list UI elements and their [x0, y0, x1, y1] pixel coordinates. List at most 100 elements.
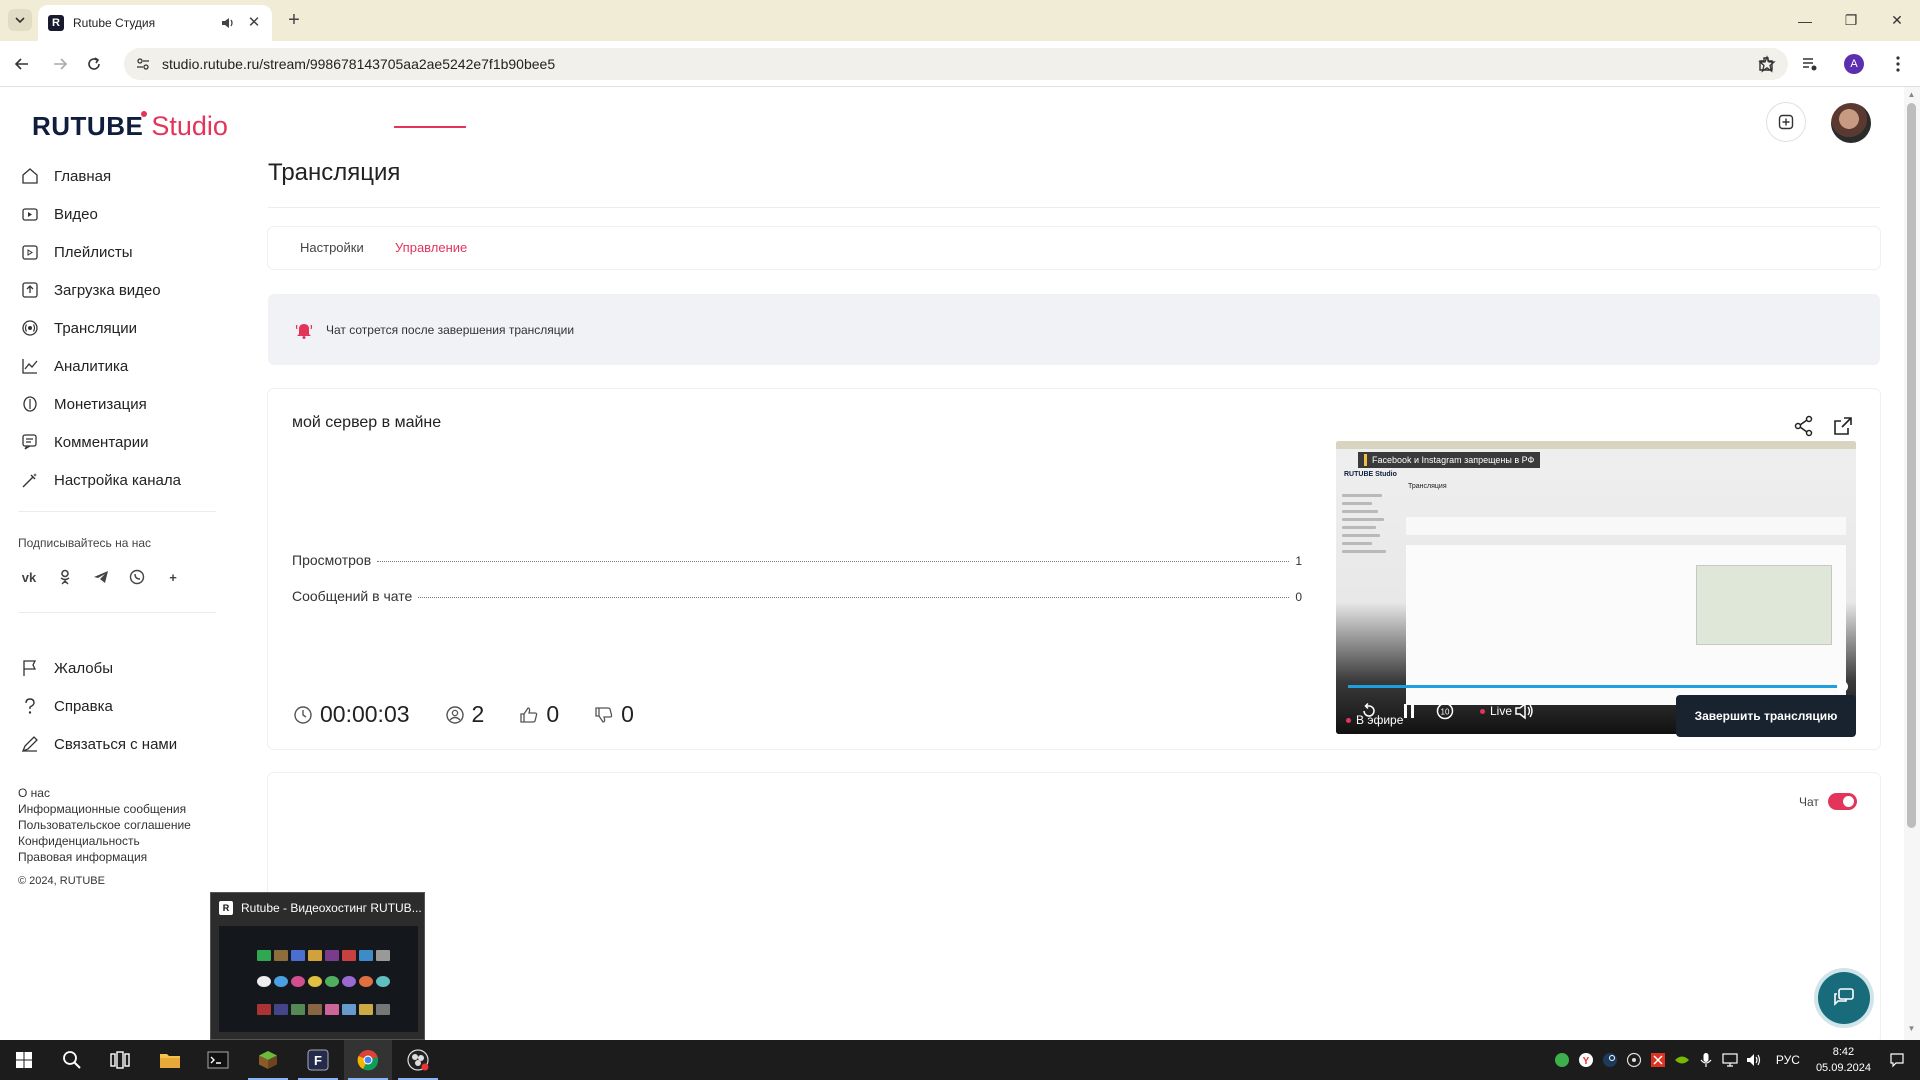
profile-avatar-icon[interactable]: A — [1840, 50, 1868, 78]
arrow-right-icon — [54, 58, 68, 70]
taskbar-window-preview[interactable]: R Rutube - Видеохостинг RUTUB... — [210, 892, 425, 1040]
scroll-down-icon[interactable]: ▼ — [1907, 1024, 1916, 1033]
footer-link-legal[interactable]: Правовая информация — [18, 849, 220, 865]
address-bar[interactable]: studio.rutube.ru/stream/998678143705aa2a… — [124, 48, 1788, 80]
mini-logo: RUTUBE Studio — [1344, 471, 1397, 478]
system-tray: Y РУС 8:42 05.09.2024 — [1550, 1040, 1920, 1080]
restore-button[interactable]: ❐ — [1828, 0, 1874, 41]
taskbar-chrome[interactable] — [344, 1040, 392, 1080]
vk-icon[interactable]: vk — [18, 566, 40, 588]
upload-icon — [20, 280, 40, 300]
footer-link-privacy[interactable]: Конфиденциальность — [18, 833, 220, 849]
browser-menu-icon[interactable] — [1884, 50, 1912, 78]
sidebar-item-monetization[interactable]: Монетизация — [0, 385, 220, 423]
scrollbar-thumb[interactable] — [1907, 103, 1916, 828]
browser-tab[interactable]: R Rutube Студия ✕ — [38, 5, 272, 41]
sidebar-item-video[interactable]: Видео — [0, 195, 220, 233]
stream-title: мой сервер в майне — [292, 414, 442, 431]
likes-counter: 0 — [518, 701, 559, 728]
telegram-icon[interactable] — [90, 566, 112, 588]
home-icon — [20, 166, 40, 186]
broadcast-icon — [20, 318, 40, 338]
tab-settings[interactable]: Настройки — [300, 240, 364, 255]
taskbar-app-f[interactable]: F — [294, 1040, 342, 1080]
notifications-icon[interactable] — [1888, 1051, 1906, 1069]
sidebar-item-broadcasts[interactable]: Трансляции — [0, 309, 220, 347]
sidebar-item-comments[interactable]: Комментарии — [0, 423, 220, 461]
sidebar-item-complaints[interactable]: Жалобы — [0, 649, 220, 687]
url-text[interactable]: studio.rutube.ru/stream/998678143705aa2a… — [162, 56, 1758, 72]
ban-notice-banner: Facebook и Instagram запрещены в РФ — [1358, 452, 1541, 468]
audio-playing-icon[interactable] — [220, 15, 236, 31]
tray-yandex-icon[interactable]: Y — [1577, 1051, 1595, 1069]
scroll-up-icon[interactable]: ▲ — [1907, 90, 1916, 99]
tray-app-red-icon[interactable] — [1649, 1051, 1667, 1069]
support-chat-button[interactable] — [1818, 972, 1870, 1024]
tab-management[interactable]: Управление — [395, 240, 467, 255]
chat-bubbles-icon — [1834, 988, 1854, 1006]
sidebar-item-analytics[interactable]: Аналитика — [0, 347, 220, 385]
sidebar-item-upload[interactable]: Загрузка видео — [0, 271, 220, 309]
footer-link-terms[interactable]: Пользовательское соглашение — [18, 817, 220, 833]
tray-obs-icon[interactable] — [1625, 1051, 1643, 1069]
sidebar-item-help[interactable]: Справка — [0, 687, 220, 725]
taskbar-explorer[interactable] — [146, 1040, 194, 1080]
svg-text:10: 10 — [1441, 708, 1450, 717]
open-external-icon[interactable] — [1831, 414, 1855, 438]
footer-link-info[interactable]: Информационные сообщения — [18, 801, 220, 817]
new-tab-button[interactable]: + — [283, 10, 305, 32]
viber-icon[interactable] — [126, 566, 148, 588]
taskbar-search-button[interactable] — [48, 1040, 96, 1080]
tray-steam-icon[interactable] — [1601, 1051, 1619, 1069]
reload-button[interactable] — [82, 52, 106, 76]
tray-network-icon[interactable] — [1721, 1051, 1739, 1069]
input-language[interactable]: РУС — [1776, 1053, 1800, 1067]
forward-button[interactable] — [48, 52, 72, 76]
tray-whatsapp-icon[interactable] — [1553, 1051, 1571, 1069]
add-content-button[interactable] — [1766, 102, 1806, 142]
chat-toggle[interactable] — [1828, 793, 1857, 810]
stream-preview-player[interactable]: RUTUBE Studio Трансляция Facebook и Inst… — [1336, 441, 1856, 734]
windows-taskbar: F Y РУС 8:42 05.09.2024 — [0, 1040, 1920, 1080]
taskbar-clock[interactable]: 8:42 05.09.2024 — [1816, 1044, 1871, 1076]
rutube-studio-logo[interactable]: RUTUBE Studio — [32, 111, 228, 145]
tab-search-button[interactable] — [8, 9, 32, 31]
start-button[interactable] — [0, 1040, 48, 1080]
task-view-button[interactable] — [96, 1040, 144, 1080]
share-icon[interactable] — [1792, 414, 1816, 438]
sidebar-item-channel-settings[interactable]: Настройка канала — [0, 461, 220, 499]
site-settings-icon[interactable] — [134, 55, 152, 73]
sidebar-item-home[interactable]: Главная — [0, 157, 220, 195]
ok-icon[interactable] — [54, 566, 76, 588]
user-avatar[interactable] — [1831, 103, 1871, 143]
end-stream-button[interactable]: Завершить трансляцию — [1676, 695, 1856, 737]
player-progress-bar[interactable] — [1348, 681, 1848, 692]
close-window-button[interactable]: ✕ — [1874, 0, 1920, 41]
flag-icon — [20, 658, 40, 678]
extensions-icon[interactable] — [1752, 50, 1780, 78]
footer-link-about[interactable]: О нас — [18, 785, 220, 801]
tray-nvidia-icon[interactable] — [1673, 1051, 1691, 1069]
reload-icon — [88, 57, 100, 70]
page-scrollbar[interactable]: ▲ ▼ — [1904, 87, 1920, 1040]
taskbar-obs[interactable] — [394, 1040, 442, 1080]
sidebar-item-contact[interactable]: Связаться с нами — [0, 725, 220, 763]
volume-icon[interactable] — [1512, 700, 1536, 722]
forward-10-icon[interactable]: 10 — [1434, 700, 1456, 722]
more-icon[interactable]: + — [162, 566, 184, 588]
tray-microphone-icon[interactable] — [1697, 1051, 1715, 1069]
minimize-button[interactable]: — — [1782, 0, 1828, 41]
arrow-left-icon — [14, 58, 28, 70]
media-control-icon[interactable] — [1796, 50, 1824, 78]
windows-logo-icon — [16, 1052, 32, 1068]
taskbar-minecraft[interactable] — [244, 1040, 292, 1080]
tab-close-icon[interactable]: ✕ — [246, 15, 262, 31]
taskbar-terminal[interactable] — [194, 1040, 242, 1080]
tray-volume-icon[interactable] — [1745, 1051, 1763, 1069]
back-button[interactable] — [10, 52, 34, 76]
social-links: vk + — [18, 566, 220, 588]
progress-knob[interactable] — [1837, 681, 1848, 692]
stat-row-chat-messages: Сообщений в чате 0 — [292, 588, 1302, 604]
sidebar-item-playlists[interactable]: Плейлисты — [0, 233, 220, 271]
browser-tab-bar: R Rutube Студия ✕ + — ❐ ✕ — [0, 0, 1920, 41]
